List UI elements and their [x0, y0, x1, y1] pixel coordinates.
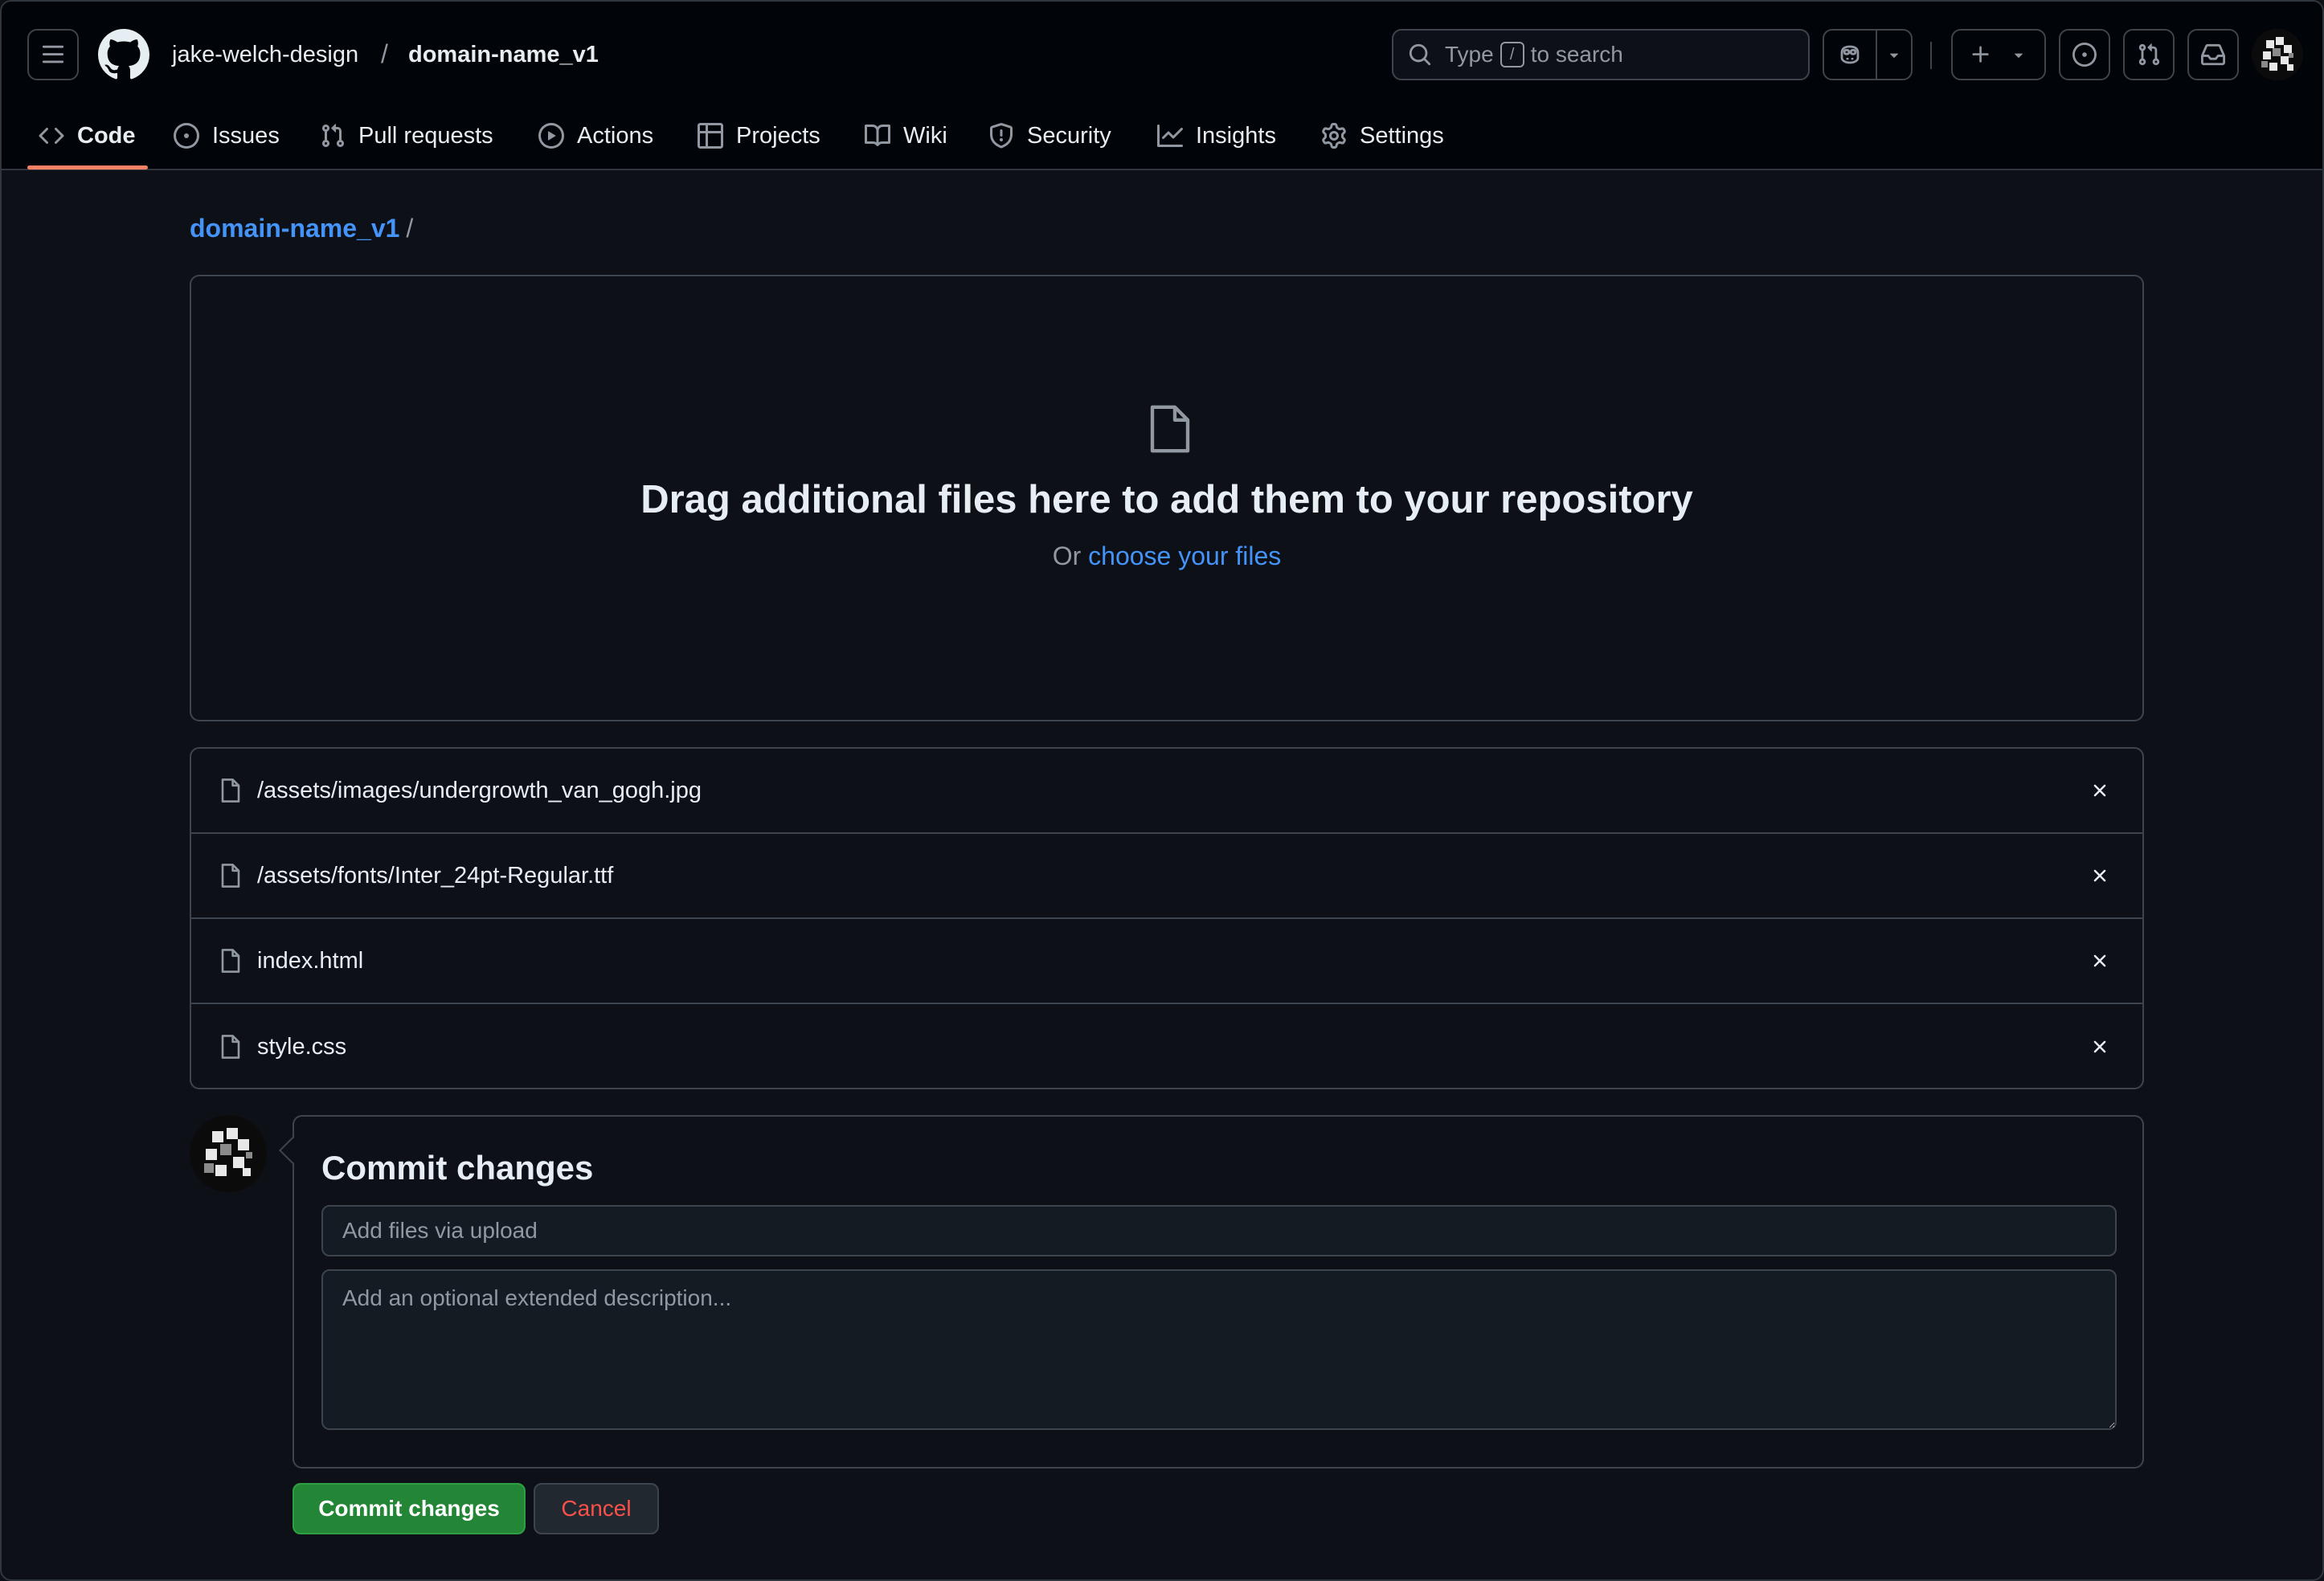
copilot-icon — [1840, 45, 1860, 64]
tab-actions[interactable]: Actions — [538, 116, 653, 156]
tab-security-label: Security — [1027, 122, 1111, 149]
remove-file-button[interactable] — [2086, 862, 2113, 889]
tab-insights-label: Insights — [1196, 122, 1276, 149]
tab-insights[interactable]: Insights — [1157, 116, 1276, 156]
file-icon — [1150, 405, 1190, 453]
github-logo-icon[interactable] — [98, 29, 149, 80]
copilot-menu-button[interactable] — [1876, 31, 1911, 79]
choose-files-link[interactable]: choose your files — [1088, 541, 1281, 570]
open-menu-button[interactable] — [27, 29, 79, 80]
header-divider — [1930, 42, 1932, 69]
repo-nav: Code Issues Pull requests Actions Projec… — [2, 104, 2322, 170]
copilot-button[interactable] — [1824, 31, 1876, 79]
dropzone-title: Drag additional files here to add them t… — [640, 478, 1693, 521]
owner-link[interactable]: jake-welch-design — [172, 42, 358, 68]
triangle-down-icon — [2014, 53, 2023, 58]
plus-icon — [1972, 46, 1989, 63]
list-item: /assets/fonts/Inter_24pt-Regular.ttf — [191, 834, 2142, 919]
git-pull-request-icon — [2138, 43, 2160, 66]
commit-author-avatar — [190, 1115, 267, 1192]
tab-projects-label: Projects — [736, 122, 820, 149]
your-issues-button[interactable] — [2059, 29, 2110, 80]
your-pull-requests-button[interactable] — [2123, 29, 2175, 80]
commit-form: Commit changes — [279, 1115, 2144, 1469]
list-item: index.html — [191, 919, 2142, 1004]
create-new-button[interactable] — [1951, 29, 2046, 80]
code-icon — [39, 127, 64, 145]
user-avatar[interactable] — [2252, 29, 2303, 80]
hamburger-icon — [42, 45, 64, 63]
tab-pull-requests-label: Pull requests — [358, 122, 493, 149]
tab-code-label: Code — [77, 122, 136, 149]
list-item: style.css — [191, 1004, 2142, 1088]
tab-code[interactable]: Code — [39, 116, 136, 156]
issue-opened-icon — [2072, 43, 2097, 67]
file-icon — [221, 778, 240, 803]
remove-file-button[interactable] — [2086, 947, 2113, 974]
remove-file-button[interactable] — [2086, 777, 2113, 804]
notifications-button[interactable] — [2187, 29, 2239, 80]
tab-settings-label: Settings — [1360, 122, 1444, 149]
tab-wiki[interactable]: Wiki — [865, 116, 947, 156]
search-shortcut-key: / — [1500, 42, 1524, 67]
close-icon — [2093, 784, 2106, 797]
search-icon — [1409, 43, 1431, 66]
file-name: /assets/images/undergrowth_van_gogh.jpg — [257, 777, 702, 803]
tab-actions-label: Actions — [577, 122, 654, 149]
list-item: /assets/images/undergrowth_van_gogh.jpg — [191, 749, 2142, 834]
file-name: index.html — [257, 947, 364, 974]
app-window: jake-welch-design / domain-name_v1 Type … — [0, 0, 2324, 1581]
dropzone-or: Or — [1052, 541, 1082, 570]
commit-summary-input[interactable] — [321, 1205, 2117, 1256]
play-icon — [538, 123, 564, 149]
upload-breadcrumb: domain-name_v1/ — [190, 214, 413, 243]
file-name: style.css — [257, 1033, 347, 1060]
tab-projects[interactable]: Projects — [698, 116, 820, 156]
global-header: jake-welch-design / domain-name_v1 Type … — [2, 2, 2322, 170]
book-icon — [865, 124, 890, 146]
commit-changes-button[interactable]: Commit changes — [293, 1483, 526, 1534]
commit-description-textarea[interactable] — [321, 1269, 2117, 1430]
copilot-button-group — [1823, 29, 1913, 80]
inbox-icon — [2201, 43, 2225, 66]
shield-icon — [990, 123, 1013, 149]
file-dropzone[interactable]: Drag additional files here to add them t… — [190, 275, 2144, 721]
repo-link[interactable]: domain-name_v1 — [408, 42, 599, 68]
dropzone-subtitle: Or choose your files — [191, 541, 2142, 571]
close-icon — [2093, 954, 2106, 967]
tab-issues-label: Issues — [212, 122, 280, 149]
commit-form-pointer — [279, 1137, 306, 1164]
cancel-button[interactable]: Cancel — [534, 1483, 659, 1534]
breadcrumb-repo-link[interactable]: domain-name_v1 — [190, 214, 399, 243]
tab-wiki-label: Wiki — [903, 122, 947, 149]
breadcrumb-slash: / — [406, 214, 414, 243]
tab-settings[interactable]: Settings — [1321, 116, 1444, 156]
crumb-separator: / — [381, 39, 388, 68]
table-icon — [698, 123, 723, 149]
file-icon — [221, 1035, 240, 1059]
issue-opened-icon — [174, 123, 199, 149]
triangle-down-icon — [1889, 53, 1899, 58]
graph-icon — [1157, 125, 1183, 147]
git-pull-request-icon — [321, 124, 345, 148]
tab-pull-requests[interactable]: Pull requests — [320, 116, 493, 156]
search-input[interactable]: Type / to search — [1392, 29, 1810, 80]
file-icon — [221, 864, 240, 888]
close-icon — [2093, 1040, 2106, 1053]
remove-file-button[interactable] — [2086, 1033, 2113, 1060]
search-suffix: to search — [1530, 42, 1623, 67]
file-icon — [221, 949, 240, 973]
active-tab-indicator — [27, 165, 148, 170]
tab-issues[interactable]: Issues — [174, 116, 280, 156]
close-icon — [2093, 869, 2106, 882]
tab-security[interactable]: Security — [988, 116, 1111, 156]
uploaded-files-list: /assets/images/undergrowth_van_gogh.jpg … — [190, 747, 2144, 1089]
file-name: /assets/fonts/Inter_24pt-Regular.ttf — [257, 862, 614, 889]
gear-icon — [1322, 123, 1346, 149]
search-prefix: Type — [1445, 42, 1494, 67]
commit-title: Commit changes — [321, 1149, 594, 1187]
